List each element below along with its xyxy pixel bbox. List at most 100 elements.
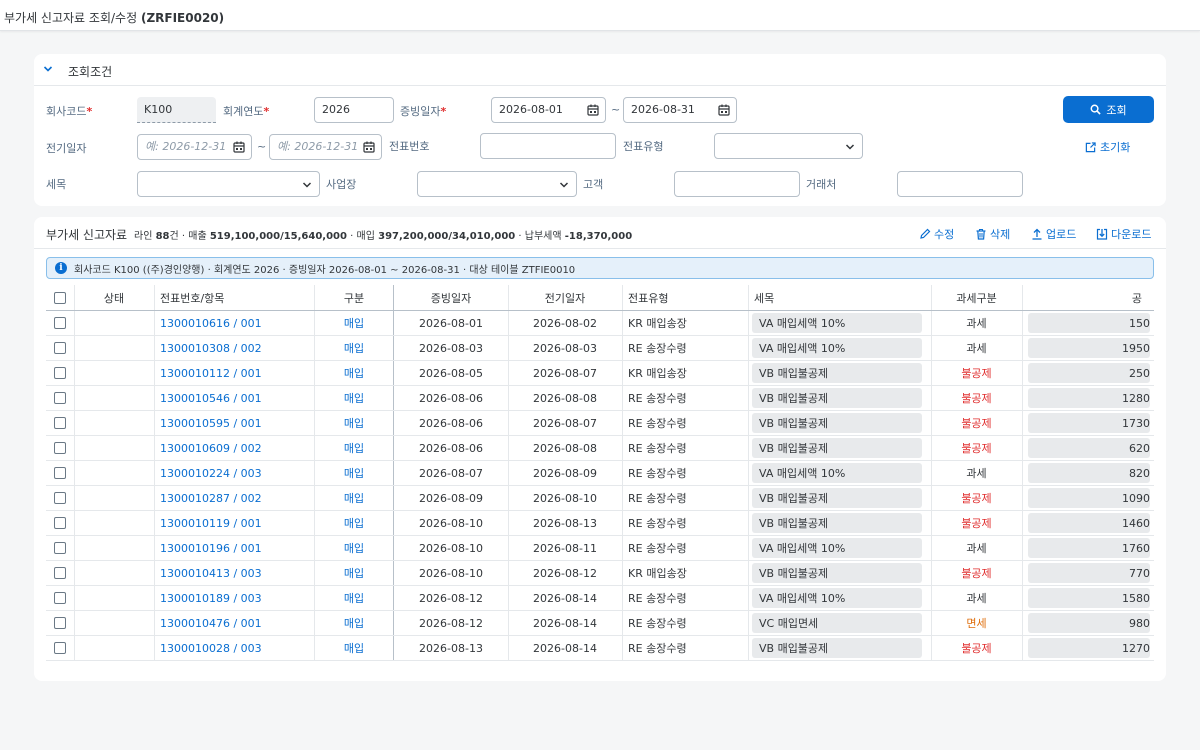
doc-number-link[interactable]: 1300010287 / 002 [154, 486, 314, 510]
column-header-doc-date[interactable]: 증빙일자 [394, 285, 508, 310]
division-link[interactable]: 매입 [314, 411, 394, 435]
chevron-down-icon[interactable] [43, 64, 53, 74]
column-header-doc-item[interactable]: 전표번호/항목 [154, 285, 314, 310]
amount-pill[interactable]: 1090 [1028, 488, 1150, 508]
doc-number-link[interactable]: 1300010308 / 002 [154, 336, 314, 360]
amount-pill[interactable]: 770 [1028, 563, 1150, 583]
doc-date-to-field[interactable]: 2026-08-31 [623, 97, 737, 123]
table-row[interactable]: 1300010413 / 003 매입 2026-08-10 2026-08-12 KR… [46, 561, 1154, 586]
doc-number-link[interactable]: 1300010595 / 001 [154, 411, 314, 435]
doc-number-link[interactable]: 1300010224 / 003 [154, 461, 314, 485]
row-checkbox[interactable] [54, 517, 66, 529]
amount-pill[interactable]: 1280 [1028, 388, 1150, 408]
select-all-checkbox[interactable] [54, 291, 66, 304]
column-header-tax-class[interactable]: 과세구분 [931, 285, 1022, 310]
tax-item-pill[interactable]: VB 매입불공제 [752, 488, 922, 508]
doc-date-from-field[interactable]: 2026-08-01 [491, 97, 606, 123]
amount-pill[interactable]: 1580 [1028, 588, 1150, 608]
division-link[interactable]: 매입 [314, 536, 394, 560]
tax-item-pill[interactable]: VA 매입세액 10% [752, 313, 922, 333]
vendor-field[interactable] [897, 171, 1023, 197]
row-checkbox[interactable] [54, 592, 66, 604]
doc-number-link[interactable]: 1300010189 / 003 [154, 586, 314, 610]
doc-number-link[interactable]: 1300010028 / 003 [154, 636, 314, 660]
division-link[interactable]: 매입 [314, 511, 394, 535]
doc-number-link[interactable]: 1300010616 / 001 [154, 311, 314, 335]
business-place-select[interactable] [417, 171, 577, 197]
tax-item-pill[interactable]: VC 매입면세 [752, 613, 922, 633]
doc-number-link[interactable]: 1300010413 / 003 [154, 561, 314, 585]
doc-number-link[interactable]: 1300010119 / 001 [154, 511, 314, 535]
table-row[interactable]: 1300010616 / 001 매입 2026-08-01 2026-08-02 KR… [46, 311, 1154, 336]
doc-number-field[interactable] [480, 133, 616, 159]
posting-date-from-field[interactable]: 예: 2026-12-31 [137, 134, 252, 160]
row-checkbox[interactable] [54, 642, 66, 654]
table-row[interactable]: 1300010308 / 002 매입 2026-08-03 2026-08-03 RE… [46, 336, 1154, 361]
tax-item-pill[interactable]: VB 매입불공제 [752, 363, 922, 383]
filter-header[interactable]: 조회조건 [34, 54, 1166, 86]
table-row[interactable]: 1300010546 / 001 매입 2026-08-06 2026-08-08 RE… [46, 386, 1154, 411]
table-row[interactable]: 1300010595 / 001 매입 2026-08-06 2026-08-07 RE… [46, 411, 1154, 436]
table-row[interactable]: 1300010196 / 001 매입 2026-08-10 2026-08-11 RE… [46, 536, 1154, 561]
amount-pill[interactable]: 620 [1028, 438, 1150, 458]
tax-item-pill[interactable]: VB 매입불공제 [752, 513, 922, 533]
table-row[interactable]: 1300010609 / 002 매입 2026-08-06 2026-08-08 RE… [46, 436, 1154, 461]
division-link[interactable]: 매입 [314, 636, 394, 660]
download-button[interactable]: 다운로드 [1096, 226, 1151, 242]
upload-button[interactable]: 업로드 [1031, 226, 1076, 242]
row-checkbox[interactable] [54, 367, 66, 379]
doc-number-link[interactable]: 1300010112 / 001 [154, 361, 314, 385]
table-row[interactable]: 1300010028 / 003 매입 2026-08-13 2026-08-14 RE… [46, 636, 1154, 661]
amount-pill[interactable]: 250 [1028, 363, 1150, 383]
tax-item-pill[interactable]: VA 매입세액 10% [752, 538, 922, 558]
doc-number-link[interactable]: 1300010196 / 001 [154, 536, 314, 560]
column-header-doc-type[interactable]: 전표유형 [622, 285, 748, 310]
reset-button[interactable]: 초기화 [1085, 139, 1130, 155]
division-link[interactable]: 매입 [314, 486, 394, 510]
tax-item-pill[interactable]: VB 매입불공제 [752, 388, 922, 408]
table-row[interactable]: 1300010119 / 001 매입 2026-08-10 2026-08-13 RE… [46, 511, 1154, 536]
tax-item-pill[interactable]: VA 매입세액 10% [752, 463, 922, 483]
search-button[interactable]: 조회 [1063, 96, 1154, 123]
row-checkbox[interactable] [54, 542, 66, 554]
tax-item-select[interactable] [137, 171, 320, 197]
tax-item-pill[interactable]: VB 매입불공제 [752, 413, 922, 433]
edit-button[interactable]: 수정 [919, 226, 954, 242]
column-header-status[interactable]: 상태 [74, 285, 154, 310]
division-link[interactable]: 매입 [314, 611, 394, 635]
row-checkbox[interactable] [54, 467, 66, 479]
division-link[interactable]: 매입 [314, 311, 394, 335]
amount-pill[interactable]: 1730 [1028, 413, 1150, 433]
row-checkbox[interactable] [54, 617, 66, 629]
amount-pill[interactable]: 150 [1028, 313, 1150, 333]
row-checkbox[interactable] [54, 317, 66, 329]
delete-button[interactable]: 삭제 [975, 226, 1010, 242]
doc-number-link[interactable]: 1300010609 / 002 [154, 436, 314, 460]
table-row[interactable]: 1300010476 / 001 매입 2026-08-12 2026-08-14 RE… [46, 611, 1154, 636]
row-checkbox[interactable] [54, 392, 66, 404]
amount-pill[interactable]: 1760 [1028, 538, 1150, 558]
column-header-tax-item[interactable]: 세목 [748, 285, 931, 310]
table-row[interactable]: 1300010287 / 002 매입 2026-08-09 2026-08-10 RE… [46, 486, 1154, 511]
table-row[interactable]: 1300010224 / 003 매입 2026-08-07 2026-08-09 RE… [46, 461, 1154, 486]
amount-pill[interactable]: 980 [1028, 613, 1150, 633]
column-header-division[interactable]: 구분 [314, 285, 394, 310]
table-row[interactable]: 1300010189 / 003 매입 2026-08-12 2026-08-14 RE… [46, 586, 1154, 611]
doc-number-link[interactable]: 1300010476 / 001 [154, 611, 314, 635]
division-link[interactable]: 매입 [314, 436, 394, 460]
row-checkbox[interactable] [54, 442, 66, 454]
customer-field[interactable] [674, 171, 800, 197]
amount-pill[interactable]: 1460 [1028, 513, 1150, 533]
tax-item-pill[interactable]: VA 매입세액 10% [752, 588, 922, 608]
table-row[interactable]: 1300010112 / 001 매입 2026-08-05 2026-08-07 KR… [46, 361, 1154, 386]
calendar-icon[interactable] [233, 141, 245, 153]
division-link[interactable]: 매입 [314, 461, 394, 485]
tax-item-pill[interactable]: VA 매입세액 10% [752, 338, 922, 358]
posting-date-to-field[interactable]: 예: 2026-12-31 [269, 134, 382, 160]
calendar-icon[interactable] [718, 104, 730, 116]
doc-type-select[interactable] [714, 133, 863, 159]
amount-pill[interactable]: 1950 [1028, 338, 1150, 358]
division-link[interactable]: 매입 [314, 336, 394, 360]
fiscal-year-field[interactable]: 2026 [314, 97, 394, 123]
tax-item-pill[interactable]: VB 매입불공제 [752, 438, 922, 458]
